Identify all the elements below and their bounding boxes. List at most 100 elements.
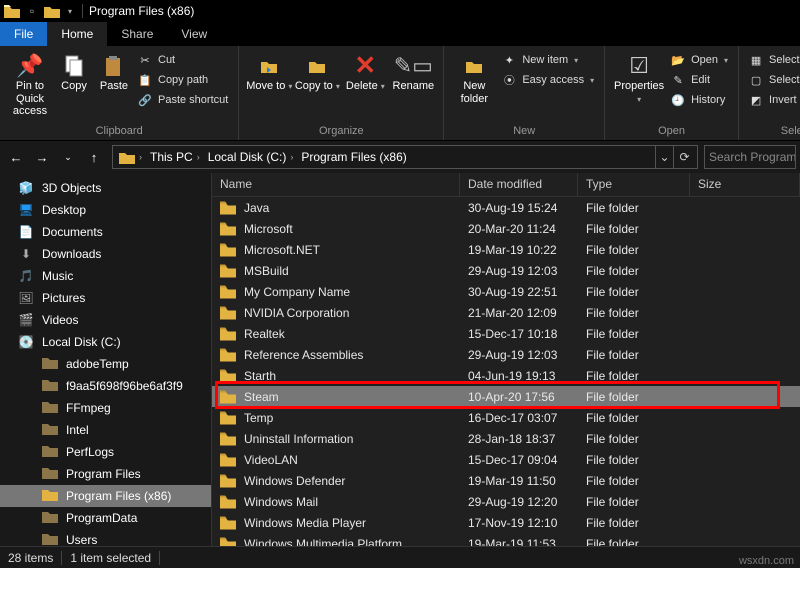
file-type: File folder (578, 432, 690, 446)
new-item-button[interactable]: ✦New item ▾ (502, 50, 594, 70)
navigation-pane[interactable]: 🧊3D Objects🖥Desktop📄Documents⬇Downloads🎵… (0, 173, 212, 569)
file-date: 19-Mar-19 10:22 (460, 243, 578, 257)
table-row[interactable]: Reference Assemblies 29-Aug-19 12:03 Fil… (212, 344, 800, 365)
move-to-button[interactable]: Move to ▾ (245, 48, 293, 93)
nav-subitem[interactable]: f9aa5f698f96be6af3f9 (0, 375, 211, 397)
table-row[interactable]: MSBuild 29-Aug-19 12:03 File folder (212, 260, 800, 281)
rename-button[interactable]: ✎▭ Rename (389, 48, 437, 93)
table-row[interactable]: Microsoft.NET 19-Mar-19 10:22 File folde… (212, 239, 800, 260)
tab-view[interactable]: View (167, 22, 221, 46)
col-size[interactable]: Size (690, 173, 800, 196)
table-row[interactable]: Starth 04-Jun-19 19:13 File folder (212, 365, 800, 386)
nav-label: Desktop (42, 203, 86, 217)
breadcrumb-root-icon[interactable]: › (115, 146, 146, 168)
music-icon: 🎵 (18, 269, 34, 283)
back-button[interactable]: ← (4, 145, 28, 169)
rename-icon: ✎▭ (397, 52, 429, 80)
col-date[interactable]: Date modified (460, 173, 578, 196)
table-row[interactable]: Windows Defender 19-Mar-19 11:50 File fo… (212, 470, 800, 491)
nav-subitem[interactable]: adobeTemp (0, 353, 211, 375)
table-row[interactable]: Java 30-Aug-19 15:24 File folder (212, 197, 800, 218)
nav-subitem[interactable]: PerfLogs (0, 441, 211, 463)
new-folder-button[interactable]: New folder (450, 48, 498, 105)
col-name[interactable]: Name (212, 173, 460, 196)
breadcrumb[interactable]: › This PC› Local Disk (C:)› Program File… (112, 145, 698, 169)
nav-item[interactable]: 🎵Music (0, 265, 211, 287)
folder-small-icon[interactable] (44, 4, 60, 18)
easy-access-button[interactable]: ⦿Easy access ▾ (502, 70, 594, 90)
move-to-icon (253, 52, 285, 80)
nav-item[interactable]: 🎬Videos (0, 309, 211, 331)
table-row[interactable]: Steam 10-Apr-20 17:56 File folder (212, 386, 800, 407)
table-row[interactable]: VideoLAN 15-Dec-17 09:04 File folder (212, 449, 800, 470)
table-row[interactable]: Temp 16-Dec-17 03:07 File folder (212, 407, 800, 428)
column-headers[interactable]: Name Date modified Type Size (212, 173, 800, 197)
file-date: 30-Aug-19 22:51 (460, 285, 578, 299)
address-dropdown[interactable]: ⌄ (655, 146, 673, 168)
breadcrumb-item[interactable]: Program Files (x86) (297, 146, 410, 168)
file-name: Microsoft.NET (244, 243, 320, 257)
up-button[interactable]: ↑ (82, 145, 106, 169)
col-type[interactable]: Type (578, 173, 690, 196)
file-date: 29-Aug-19 12:20 (460, 495, 578, 509)
title-bar: ▫ ▾ Program Files (x86) (0, 0, 800, 22)
nav-item[interactable]: 📄Documents (0, 221, 211, 243)
breadcrumb-item[interactable]: This PC› (146, 146, 204, 168)
open-button[interactable]: 📂Open ▾ (671, 50, 728, 70)
save-icon[interactable]: ▫ (24, 4, 40, 18)
table-row[interactable]: NVIDIA Corporation 21-Mar-20 12:09 File … (212, 302, 800, 323)
nav-subitem[interactable]: FFmpeg (0, 397, 211, 419)
group-label-clipboard: Clipboard (6, 123, 232, 140)
pic-icon: 🖼 (18, 291, 34, 305)
properties-button[interactable]: ☑ Properties ▾ (611, 48, 667, 105)
file-date: 28-Jan-18 18:37 (460, 432, 578, 446)
search-input[interactable]: Search Program (704, 145, 796, 169)
copy-to-button[interactable]: Copy to ▾ (293, 48, 341, 93)
cut-button[interactable]: ✂Cut (138, 50, 228, 70)
breadcrumb-item[interactable]: Local Disk (C:)› (204, 146, 298, 168)
table-row[interactable]: Windows Mail 29-Aug-19 12:20 File folder (212, 491, 800, 512)
invert-selection-button[interactable]: ◩Invert selection (749, 90, 800, 110)
paste-shortcut-button[interactable]: 🔗Paste shortcut (138, 90, 228, 110)
table-row[interactable]: Realtek 15-Dec-17 10:18 File folder (212, 323, 800, 344)
table-row[interactable]: Windows Media Player 17-Nov-19 12:10 Fil… (212, 512, 800, 533)
select-none-button[interactable]: ▢Select none (749, 70, 800, 90)
pin-button[interactable]: 📌 Pin to Quick access (6, 48, 54, 118)
download-icon: ⬇ (18, 247, 34, 261)
tab-home[interactable]: Home (47, 22, 107, 46)
nav-item[interactable]: ⬇Downloads (0, 243, 211, 265)
file-type: File folder (578, 222, 690, 236)
path-icon: 📋 (138, 74, 152, 87)
select-all-label: Select all (769, 54, 800, 66)
nav-subitem[interactable]: Program Files (0, 463, 211, 485)
edit-icon: ✎ (671, 74, 685, 87)
copy-button[interactable]: Copy (54, 48, 94, 93)
title-dropdown-icon[interactable]: ▾ (68, 7, 72, 16)
paste-button[interactable]: Paste (94, 48, 134, 93)
edit-button[interactable]: ✎Edit (671, 70, 728, 90)
select-all-button[interactable]: ▦Select all (749, 50, 800, 70)
tab-file[interactable]: File (0, 22, 47, 46)
nav-item[interactable]: 💽Local Disk (C:) (0, 331, 211, 353)
forward-button[interactable]: → (30, 145, 54, 169)
table-row[interactable]: My Company Name 30-Aug-19 22:51 File fol… (212, 281, 800, 302)
content-area: 🧊3D Objects🖥Desktop📄Documents⬇Downloads🎵… (0, 173, 800, 569)
nav-subitem[interactable]: Program Files (x86) (0, 485, 211, 507)
tab-share[interactable]: Share (107, 22, 167, 46)
nav-item[interactable]: 🖼Pictures (0, 287, 211, 309)
history-button[interactable]: 🕘History (671, 90, 728, 110)
folder-icon (42, 422, 58, 438)
properties-label: Properties ▾ (611, 80, 667, 105)
nav-subitem[interactable]: Intel (0, 419, 211, 441)
recent-dropdown[interactable]: ⌄ (56, 145, 80, 169)
refresh-button[interactable]: ⟳ (673, 146, 695, 168)
table-row[interactable]: Microsoft 20-Mar-20 11:24 File folder (212, 218, 800, 239)
table-row[interactable]: Uninstall Information 28-Jan-18 18:37 Fi… (212, 428, 800, 449)
copy-path-button[interactable]: 📋Copy path (138, 70, 228, 90)
delete-button[interactable]: ✕ Delete ▾ (341, 48, 389, 93)
separator (82, 4, 83, 18)
nav-item[interactable]: 🧊3D Objects (0, 177, 211, 199)
nav-subitem[interactable]: ProgramData (0, 507, 211, 529)
folder-icon (42, 400, 58, 416)
nav-item[interactable]: 🖥Desktop (0, 199, 211, 221)
